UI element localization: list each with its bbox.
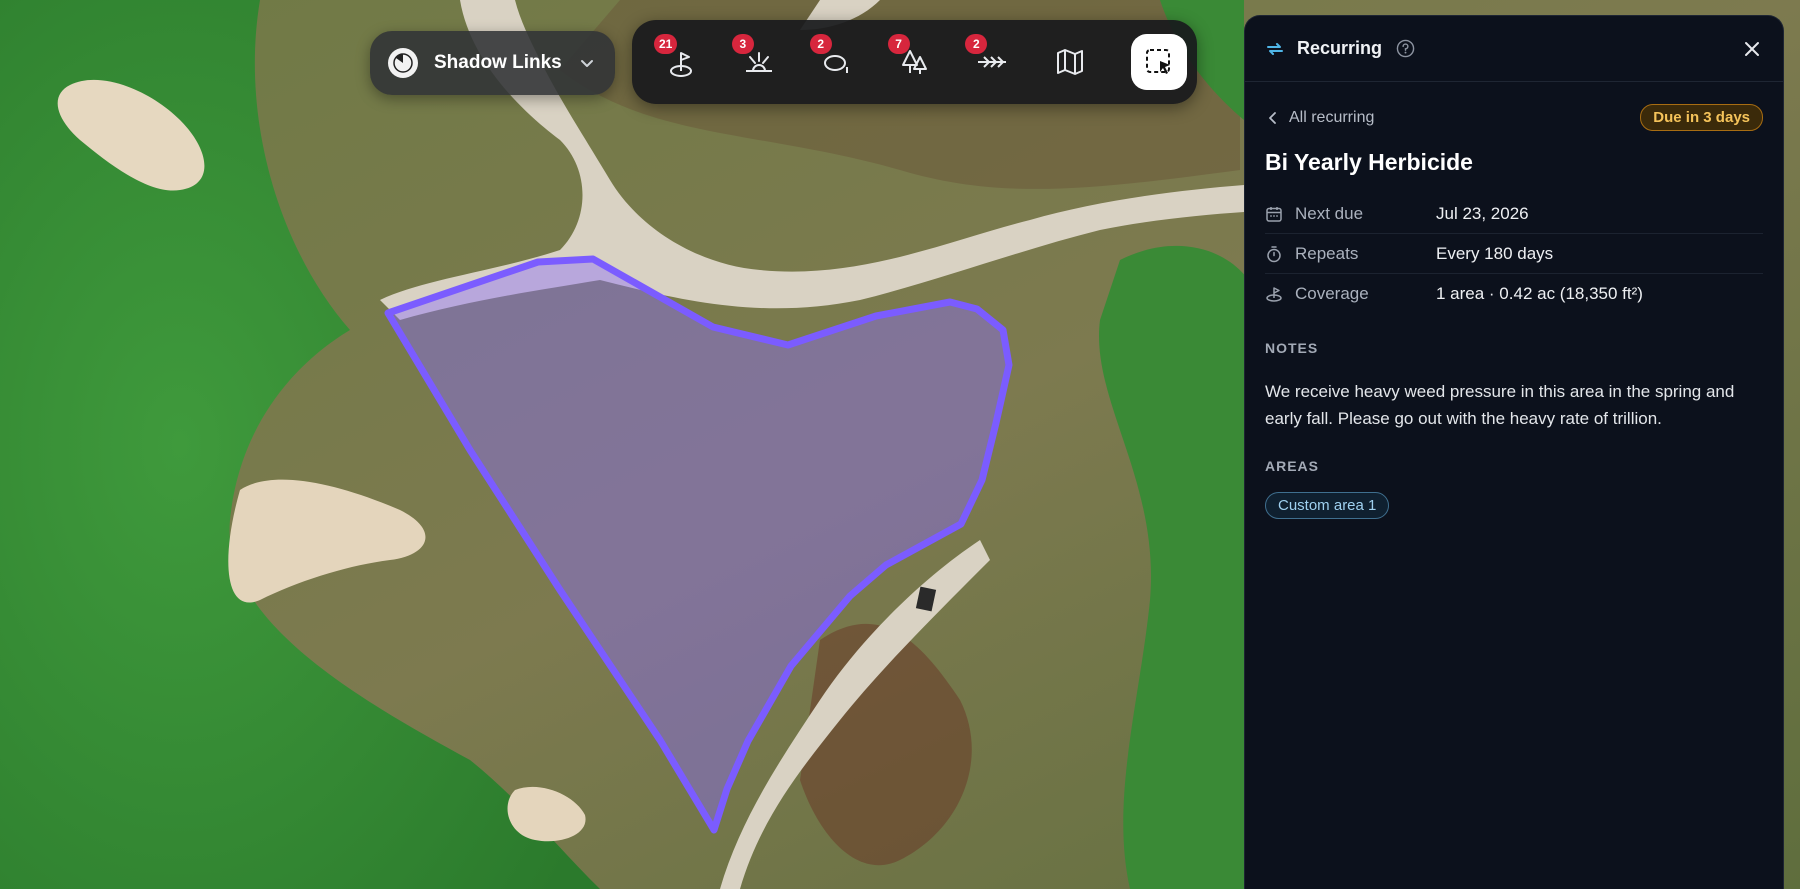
course-selector[interactable]: Shadow Links <box>370 31 615 95</box>
tool-pins[interactable]: 21 <box>642 28 720 96</box>
direction-count-badge: 2 <box>965 34 988 54</box>
calendar-icon <box>1266 206 1282 222</box>
notes-heading: NOTES <box>1265 340 1319 356</box>
select-area-icon <box>1146 49 1170 74</box>
property-value: Every 180 days <box>1436 243 1554 263</box>
property-coverage: Coverage 1 area · 0.42 ac (18,350 ft²) <box>1265 274 1763 314</box>
property-repeats: Repeats Every 180 days <box>1265 234 1763 274</box>
discs-count-badge: 2 <box>809 34 832 54</box>
help-icon[interactable] <box>1396 39 1415 58</box>
course-name: Shadow Links <box>434 52 562 73</box>
coverage-icon <box>1266 287 1282 302</box>
area-chip[interactable]: Custom area 1 <box>1265 492 1390 519</box>
trees-count-badge: 7 <box>887 34 910 54</box>
map-toolbar: 21 3 2 7 2 <box>632 20 1197 104</box>
back-link-label: All recurring <box>1289 108 1375 126</box>
tool-direction[interactable]: 2 <box>953 28 1031 96</box>
property-value: 1 area · 0.42 ac (18,350 ft²) <box>1436 284 1643 303</box>
stopwatch-icon <box>1267 245 1281 262</box>
tool-irrigation[interactable]: 3 <box>720 28 798 96</box>
property-label: Next due <box>1295 203 1364 223</box>
map-icon <box>1057 49 1084 75</box>
course-logo-icon <box>388 48 418 78</box>
close-icon[interactable] <box>1741 38 1763 60</box>
tool-map-layers[interactable] <box>1031 28 1109 96</box>
tool-discs[interactable]: 2 <box>798 28 876 96</box>
chevron-left-icon <box>1269 111 1276 124</box>
tool-select-area[interactable] <box>1131 34 1187 90</box>
property-label: Repeats <box>1295 243 1359 263</box>
notes-text: We receive heavy weed pressure in this a… <box>1265 382 1735 428</box>
panel-header-title: Recurring <box>1297 38 1383 58</box>
areas-heading: AREAS <box>1265 458 1320 474</box>
property-next-due: Next due Jul 23, 2026 <box>1265 194 1763 234</box>
recurring-icon <box>1267 42 1283 55</box>
pins-count-badge: 21 <box>654 34 678 54</box>
property-label: Coverage <box>1295 284 1369 303</box>
panel-header: Recurring <box>1245 16 1783 82</box>
task-title: Bi Yearly Herbicide <box>1265 149 1473 175</box>
task-properties: Next due Jul 23, 2026 Repeats Every 180 … <box>1265 194 1763 314</box>
due-status-badge: Due in 3 days <box>1640 104 1763 131</box>
property-value: Jul 23, 2026 <box>1436 203 1529 223</box>
tool-trees[interactable]: 7 <box>876 28 954 96</box>
recurring-task-panel: Recurring All recurring Due in 3 days Bi… <box>1244 15 1784 889</box>
irrigation-count-badge: 3 <box>731 34 754 54</box>
back-link[interactable]: All recurring <box>1265 109 1374 127</box>
chevron-down-icon <box>581 60 593 67</box>
